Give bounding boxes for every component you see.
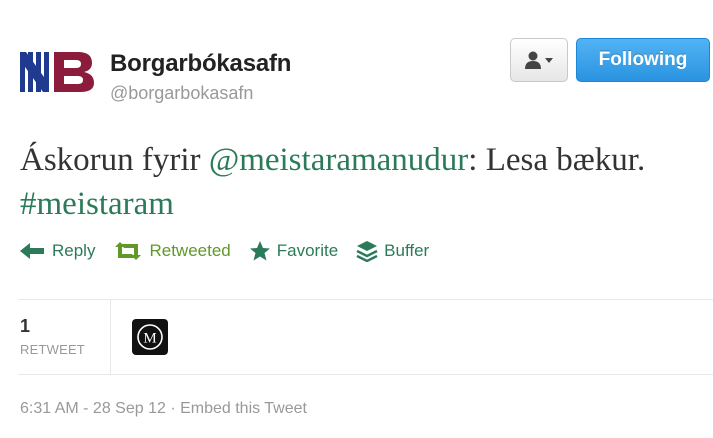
reply-button[interactable]: Reply: [20, 241, 95, 261]
chevron-down-icon: [545, 58, 553, 63]
tweet-stats: 1 RETWEET M: [18, 300, 713, 374]
retweet-count[interactable]: 1: [20, 316, 30, 337]
mention-link[interactable]: @meistaramanudur: [209, 142, 468, 178]
hashtag-link[interactable]: #meistaram: [20, 186, 174, 222]
user-actions-dropdown[interactable]: [510, 38, 568, 82]
favorite-button[interactable]: Favorite: [249, 240, 338, 262]
reply-arrow-icon: [20, 242, 46, 260]
embed-tweet-link[interactable]: Embed this Tweet: [180, 400, 307, 417]
borgarbokasafn-logo-icon: [20, 52, 94, 92]
retweet-count-label: RETWEET: [20, 342, 85, 357]
meta-separator: ·: [165, 400, 181, 417]
tweet-meta: 6:31 AM - 28 Sep 12 · Embed this Tweet: [20, 400, 307, 418]
reply-label: Reply: [52, 241, 96, 260]
retweeted-button[interactable]: Retweeted: [113, 241, 231, 261]
meistaram-logo-icon: M: [137, 324, 163, 350]
buffer-button[interactable]: Buffer: [356, 240, 429, 262]
tweet-actions: Reply Retweeted Favorite Buffer: [20, 240, 447, 262]
stack-icon: [356, 240, 378, 262]
retweeter-avatar[interactable]: M: [132, 319, 168, 355]
tweet-header: Borgarbókasafn @borgarbokasafn Following: [18, 38, 710, 108]
author-display-name[interactable]: Borgarbókasafn: [110, 50, 291, 78]
retweeted-label: Retweeted: [149, 241, 231, 260]
retweet-icon: [113, 241, 143, 261]
author-screen-name[interactable]: @borgarbokasafn: [110, 80, 291, 106]
divider: [18, 374, 713, 375]
favorite-label: Favorite: [276, 241, 339, 260]
profile-avatar-logo[interactable]: [20, 48, 98, 96]
buffer-label: Buffer: [384, 241, 430, 260]
tweet-text-prefix: Áskorun fyrir: [20, 142, 209, 178]
svg-text:M: M: [143, 331, 156, 347]
tweet-timestamp[interactable]: 6:31 AM - 28 Sep 12: [20, 400, 166, 417]
following-button[interactable]: Following: [576, 38, 710, 82]
stats-divider: [110, 300, 111, 374]
tweet-text-middle: : Lesa bækur.: [468, 142, 646, 178]
tweet-text: Áskorun fyrir @meistaramanudur: Lesa bæk…: [20, 138, 660, 226]
person-icon: [525, 51, 553, 69]
star-icon: [249, 240, 271, 262]
